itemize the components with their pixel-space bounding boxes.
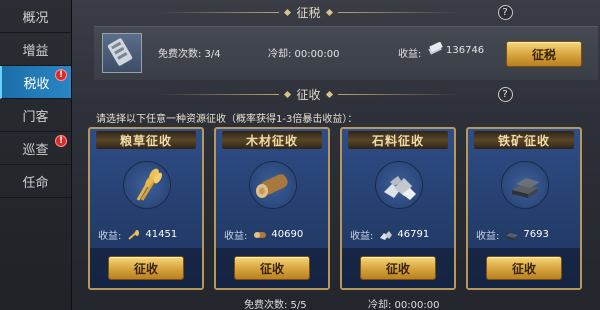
button-label: 征收 bbox=[133, 261, 158, 276]
sidebar-item-label: 概况 bbox=[22, 10, 49, 26]
levy-tax-button[interactable]: 征税 bbox=[506, 41, 582, 67]
help-icon[interactable]: ? bbox=[497, 86, 513, 102]
card-title: 铁矿征收 bbox=[474, 131, 574, 149]
button-label: 征收 bbox=[385, 261, 410, 276]
levy-iron-button[interactable]: 征收 bbox=[486, 256, 562, 280]
iron-ingot-icon bbox=[501, 161, 549, 209]
gain-label: 收益: bbox=[398, 49, 422, 60]
divider bbox=[337, 93, 458, 95]
sidebar-item-tax[interactable]: 税收 ! bbox=[0, 66, 71, 99]
levy-stone-button[interactable]: 征收 bbox=[360, 256, 436, 280]
card-gain: 收益: 40690 bbox=[224, 227, 324, 242]
tax-row: 免费次数: 3/4 冷却: 00:00:00 收益: 136746 征税 bbox=[94, 26, 598, 80]
alert-badge: ! bbox=[55, 69, 67, 81]
card-gain: 收益: 7693 bbox=[476, 227, 576, 242]
gain-label: 收益: bbox=[98, 231, 122, 242]
gain-label: 收益: bbox=[476, 231, 500, 242]
sidebar-item-label: 门客 bbox=[22, 109, 49, 125]
sidebar-item-label: 任命 bbox=[22, 175, 49, 191]
card-footer: 征收 bbox=[342, 248, 454, 288]
button-label: 征收 bbox=[511, 261, 536, 276]
card-title: 石料征收 bbox=[348, 131, 448, 149]
gain-label: 收益: bbox=[224, 231, 248, 242]
tax-section-header: 征税 ? bbox=[72, 2, 600, 22]
diamond-icon bbox=[284, 90, 292, 98]
divider bbox=[159, 93, 280, 95]
card-title: 粮草征收 bbox=[96, 131, 196, 149]
wheat-icon bbox=[127, 229, 141, 240]
cooldown: 冷却: 00:00:00 bbox=[268, 49, 340, 60]
gain-value: 40690 bbox=[271, 229, 304, 240]
iron-ingot-icon bbox=[505, 230, 519, 240]
divider bbox=[337, 11, 458, 13]
gain-label: 收益: bbox=[350, 231, 374, 242]
sidebar-item-patrol[interactable]: 巡查 ! bbox=[0, 132, 71, 165]
wheat-icon bbox=[123, 161, 171, 209]
sidebar-item-appoint[interactable]: 任命 bbox=[0, 165, 71, 198]
levy-free-count: 免费次数: 5/5 bbox=[244, 300, 307, 310]
levy-card-iron: 铁矿征收 收益: 7693 征收 bbox=[466, 127, 582, 290]
diamond-icon bbox=[325, 90, 333, 98]
free-count: 免费次数: 3/4 bbox=[158, 49, 221, 60]
levy-wood-button[interactable]: 征收 bbox=[234, 256, 310, 280]
card-gain: 收益: 46791 bbox=[350, 227, 450, 242]
sidebar-item-buff[interactable]: 增益 bbox=[0, 33, 71, 66]
gain-value: 46791 bbox=[397, 229, 430, 240]
levy-card-wood: 木材征收 收益: 40690 征收 bbox=[214, 127, 330, 290]
section-title: 征税 bbox=[296, 5, 321, 20]
silver-icon bbox=[428, 41, 444, 59]
sidebar: 概况 增益 税收 ! 门客 巡查 ! 任命 bbox=[0, 0, 72, 310]
card-footer: 征收 bbox=[90, 248, 202, 288]
levy-cooldown: 冷却: 00:00:00 bbox=[368, 300, 440, 310]
card-footer: 征收 bbox=[216, 248, 328, 288]
stone-icon bbox=[375, 161, 423, 209]
diamond-icon bbox=[325, 8, 333, 16]
diamond-icon bbox=[284, 8, 292, 16]
sidebar-item-label: 增益 bbox=[22, 43, 49, 59]
divider bbox=[159, 11, 280, 13]
levy-section-header: 征收 ? bbox=[72, 84, 600, 104]
levy-grain-button[interactable]: 征收 bbox=[108, 256, 184, 280]
sidebar-item-overview[interactable]: 概况 bbox=[0, 0, 71, 33]
sidebar-item-label: 税收 bbox=[23, 76, 50, 92]
wood-log-icon bbox=[253, 230, 267, 240]
card-title: 木材征收 bbox=[222, 131, 322, 149]
levy-card-grain: 粮草征收 收益: 41451 征收 bbox=[88, 127, 204, 290]
tax-scroll-icon bbox=[102, 33, 142, 73]
section-title: 征收 bbox=[296, 87, 321, 102]
button-label: 征收 bbox=[259, 261, 284, 276]
alert-badge: ! bbox=[55, 135, 67, 147]
sidebar-item-label: 巡查 bbox=[22, 142, 49, 158]
sidebar-item-retainers[interactable]: 门客 bbox=[0, 99, 71, 132]
gain-value: 41451 bbox=[145, 229, 178, 240]
levy-card-stone: 石料征收 收益: 46791 征收 bbox=[340, 127, 456, 290]
wood-log-icon bbox=[249, 161, 297, 209]
help-icon[interactable]: ? bbox=[497, 4, 513, 20]
levy-hint: 请选择以下任意一种资源征收（概率获得1-3倍暴击收益）： bbox=[96, 114, 358, 125]
stone-icon bbox=[379, 230, 393, 240]
card-gain: 收益: 41451 bbox=[98, 227, 198, 242]
button-label: 征税 bbox=[531, 47, 556, 62]
main-panel: 征税 ? 免费次数: 3/4 冷却: 00:00:00 收益: 136746 征… bbox=[72, 0, 600, 310]
card-footer: 征收 bbox=[468, 248, 580, 288]
gain-value: 136746 bbox=[446, 45, 485, 56]
gain-value: 7693 bbox=[523, 229, 549, 240]
